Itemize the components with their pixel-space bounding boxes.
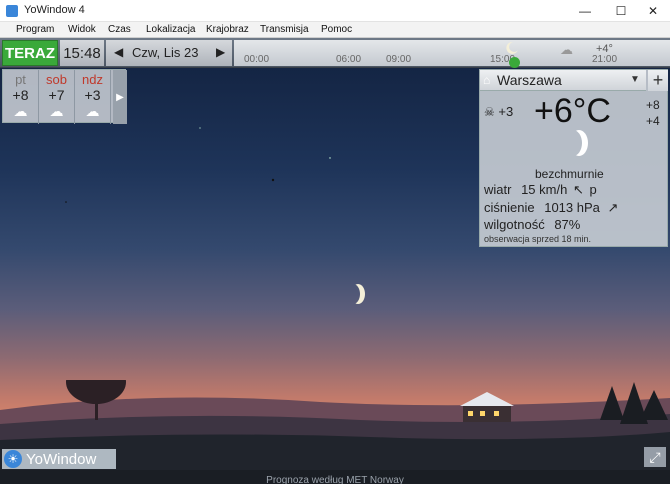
menu-bar: Program Widok Czas Lokalizacja Krajobraz…	[0, 22, 670, 38]
timeline-tick: 00:00	[244, 54, 270, 65]
fullscreen-icon[interactable]: ⤢	[644, 447, 666, 467]
cloud-icon: ☁	[85, 103, 100, 119]
current-time[interactable]: 15:48	[60, 40, 104, 66]
home-icon: ⌂	[483, 73, 491, 87]
yowindow-logo-icon: ☀	[4, 450, 22, 468]
menu-widok[interactable]: Widok	[68, 24, 96, 35]
timeline-cloud-icon: ☁	[560, 42, 573, 57]
footer: Prognoza według MET Norway	[0, 470, 670, 484]
pressure-value: 1013 hPa	[544, 200, 600, 215]
wind-value: 15 km/h	[521, 182, 568, 197]
humidity-value: 87%	[554, 217, 581, 232]
cloud-icon: ☁	[13, 103, 28, 119]
timeline-tick: 09:00	[386, 54, 412, 65]
date-label[interactable]: Czw, Lis 23	[132, 45, 198, 60]
menu-program[interactable]: Program	[16, 24, 54, 35]
forecast-temp: +8	[12, 87, 29, 103]
date-navigator: ◀ Czw, Lis 23 ▶	[106, 40, 232, 66]
add-location-button[interactable]: +	[648, 70, 668, 91]
timeline[interactable]: 00:00 06:00 09:00 15:00 21:00 ☁ +4°	[234, 40, 670, 68]
forecast-day[interactable]: ndz +3 ☁	[75, 70, 111, 124]
location-name: Warszawa	[497, 72, 562, 88]
now-button[interactable]: TERAZ	[2, 40, 58, 66]
minimize-button[interactable]: —	[568, 0, 602, 22]
cloud-icon: ☁	[49, 103, 64, 119]
pressure-trend-icon: ↗	[607, 200, 619, 215]
wind-arrow-icon: ↖	[572, 182, 584, 197]
menu-czas[interactable]: Czas	[108, 24, 131, 35]
wind-direction: p	[589, 182, 597, 197]
timeline-tick: 06:00	[336, 54, 362, 65]
high-temp: +8	[646, 98, 660, 112]
current-temperature: +6°C	[534, 92, 611, 130]
app-icon	[6, 5, 18, 17]
forecast-day[interactable]: pt +8 ☁	[3, 70, 39, 124]
condition: bezchmurnie	[535, 167, 604, 181]
toolbar: TERAZ 15:48 ◀ Czw, Lis 23 ▶ 00:00 06:00 …	[0, 38, 670, 68]
close-button[interactable]: ✕	[636, 0, 670, 22]
menu-transmisja[interactable]: Transmisja	[260, 24, 309, 35]
menu-lokalizacja[interactable]: Lokalizacja	[146, 24, 195, 35]
forecast-day[interactable]: sob +7 ☁	[39, 70, 75, 124]
brand-label: YoWindow	[26, 450, 97, 468]
location-selector[interactable]: ⌂ Warszawa ▼	[480, 70, 646, 91]
window-title: YoWindow 4	[24, 4, 85, 16]
feels-like: ☠ +3	[484, 104, 513, 119]
maximize-button[interactable]: ☐	[604, 0, 638, 22]
forecast-strip: pt +8 ☁ sob +7 ☁ ndz +3 ☁ ▶	[2, 69, 127, 124]
low-temp: +4	[646, 114, 660, 128]
menu-pomoc[interactable]: Pomoc	[321, 24, 352, 35]
menu-krajobraz[interactable]: Krajobraz	[206, 24, 249, 35]
clear-night-icon	[564, 130, 582, 156]
feels-like-value: +3	[498, 104, 514, 119]
house-icon	[460, 392, 514, 422]
wind-row: wiatr 15 km/h ↖ p	[484, 182, 597, 198]
forecast-day-name: sob	[46, 72, 67, 87]
humidity-label: wilgotność	[484, 217, 545, 232]
wind-label: wiatr	[484, 182, 512, 197]
timeline-forecast-temp: +4°	[596, 43, 613, 55]
current-weather-panel: ⌂ Warszawa ▼ + ☠ +3 +6°C +8 +4 bezchmurn…	[479, 69, 668, 247]
prev-day-icon[interactable]: ◀	[114, 45, 123, 59]
brand-button[interactable]: ☀ YoWindow	[2, 449, 116, 469]
pressure-row: ciśnienie 1013 hPa ↗	[484, 200, 618, 216]
forecast-temp: +3	[84, 87, 101, 103]
humidity-row: wilgotność 87%	[484, 217, 580, 232]
moon-icon	[346, 284, 360, 304]
timeline-knob[interactable]	[509, 57, 520, 68]
timeline-tick: 21:00	[592, 54, 618, 65]
forecast-temp: +7	[48, 87, 65, 103]
title-bar: YoWindow 4 — ☐ ✕	[0, 0, 670, 22]
forecast-day-name: pt	[15, 72, 26, 87]
chevron-down-icon[interactable]: ▼	[630, 74, 640, 85]
forecast-source[interactable]: Prognoza według MET Norway	[266, 475, 404, 484]
forecast-more-icon[interactable]: ▶	[113, 70, 127, 124]
pressure-label: ciśnienie	[484, 200, 535, 215]
observation-note: obserwacja sprzed 18 min.	[484, 234, 592, 244]
next-day-icon[interactable]: ▶	[216, 45, 225, 59]
forecast-day-name: ndz	[82, 72, 103, 87]
person-icon: ☠	[484, 105, 495, 119]
